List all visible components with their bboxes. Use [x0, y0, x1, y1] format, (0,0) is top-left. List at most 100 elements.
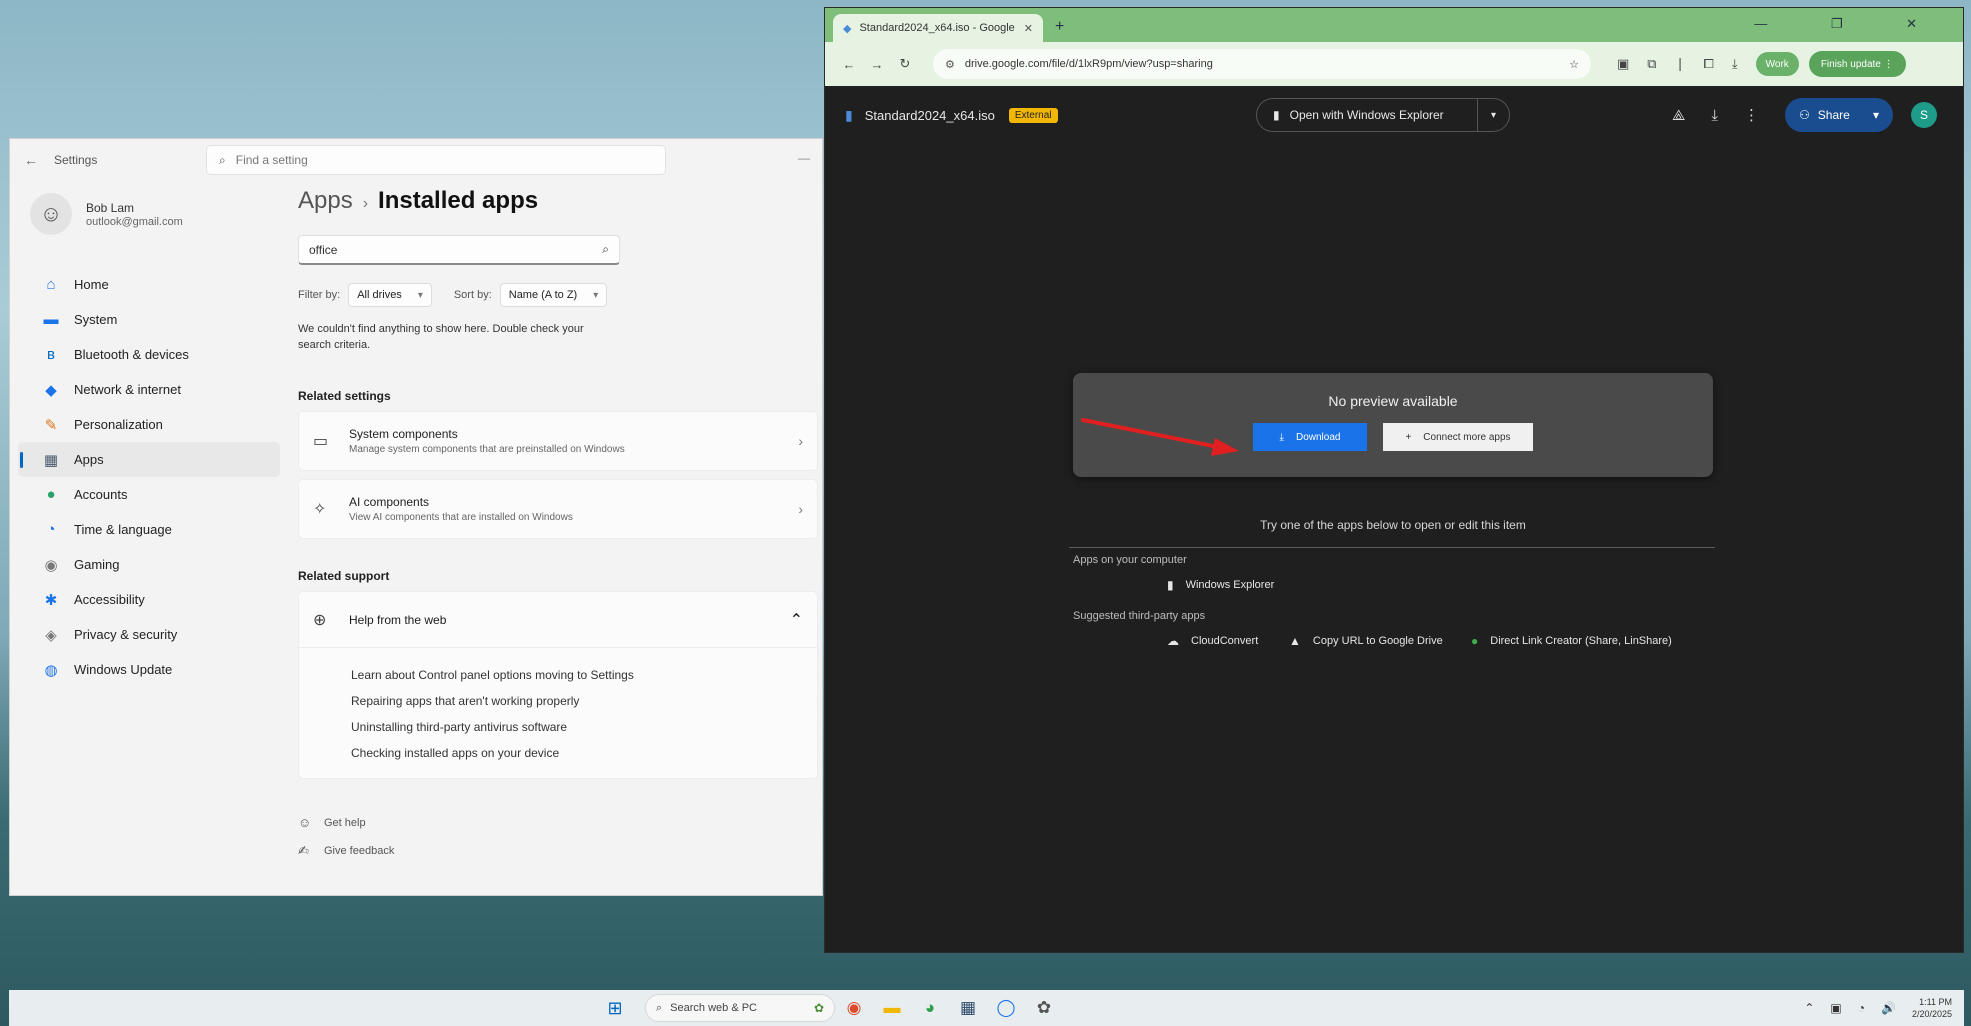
find-setting-input[interactable]: ⌕ Find a setting	[206, 145, 666, 175]
drive-header: ▮ Standard2024_x64.iso External ▮ Open wi…	[825, 86, 1963, 144]
nav-item-home[interactable]: ⌂ Home	[18, 267, 280, 302]
browser-tab[interactable]: ◆ Standard2024_x64.iso - Google ✕	[833, 14, 1043, 42]
windows-explorer-app[interactable]: ▮ Windows Explorer	[1167, 578, 1274, 592]
red-annotation-arrow	[1081, 418, 1239, 456]
app-label: CloudConvert	[1191, 635, 1259, 647]
system-components-icon: ▭	[313, 433, 329, 450]
volume-icon[interactable]: 🔊	[1881, 1001, 1896, 1015]
ai-components-card[interactable]: ✧ AI components View AI components that …	[298, 479, 818, 539]
card-desc: View AI components that are installed on…	[349, 512, 573, 523]
sort-dropdown[interactable]: Name (A to Z) ▾	[499, 283, 608, 307]
taskbar-app-explorer-icon[interactable]: ▬	[873, 998, 911, 1018]
downloads-icon[interactable]: ⤓	[1732, 56, 1738, 72]
taskbar-app-copilot-icon[interactable]: ◉	[835, 998, 873, 1018]
site-info-icon[interactable]: ⚙	[945, 58, 955, 71]
arrow-head	[1211, 438, 1239, 456]
nav-item-personalization[interactable]: ✎ Personalization	[18, 407, 280, 442]
download-button[interactable]: ⤓ Download	[1253, 423, 1367, 451]
help-icon: ☺	[298, 815, 312, 830]
download-icon[interactable]: ⤓	[1711, 107, 1718, 124]
copy-url-app[interactable]: ▲ Copy URL to Google Drive	[1289, 634, 1443, 648]
file-icon: ▮	[845, 106, 853, 123]
nav-item-time-language[interactable]: ◔ Time & language	[18, 512, 280, 547]
give-feedback-link[interactable]: ✍ Give feedback	[298, 837, 818, 865]
nav-label: Gaming	[74, 557, 120, 572]
system-components-card[interactable]: ▭ System components Manage system compon…	[298, 411, 818, 471]
nav-item-privacy[interactable]: ◈ Privacy & security	[18, 617, 280, 652]
extension-icon[interactable]: ▣	[1617, 56, 1629, 72]
account-avatar[interactable]: S	[1911, 102, 1937, 128]
taskbar-app-edge-icon[interactable]: ◯	[987, 998, 1025, 1018]
support-link[interactable]: Uninstalling third-party antivirus softw…	[351, 714, 817, 740]
taskbar-app-store-icon[interactable]: ▦	[949, 998, 987, 1018]
open-with-button[interactable]: ▮ Open with Windows Explorer ▾	[1256, 98, 1510, 132]
breadcrumb-apps[interactable]: Apps	[298, 187, 353, 215]
nav-item-network[interactable]: ◆ Network & internet	[18, 372, 280, 407]
share-dropdown-icon[interactable]: ▾	[1873, 108, 1879, 122]
related-support-panel: ⊕ Help from the web ⌃ Learn about Contro…	[298, 591, 818, 779]
back-button[interactable]: ←	[835, 57, 863, 72]
direct-link-creator-app[interactable]: ● Direct Link Creator (Share, LinShare)	[1471, 634, 1672, 648]
settings-footer: ☺ Get help ✍ Give feedback	[298, 809, 818, 865]
apps-icon: ▦	[43, 451, 59, 469]
taskbar-search[interactable]: ⌕ Search web & PC ✿	[645, 994, 835, 1022]
cloudconvert-app[interactable]: ☁ CloudConvert	[1167, 634, 1258, 648]
chevron-down-icon: ▾	[417, 289, 423, 301]
nav-label: Bluetooth & devices	[74, 347, 189, 362]
download-label: Download	[1295, 431, 1341, 443]
back-arrow-icon[interactable]: ←	[24, 152, 46, 168]
tray-expand-icon[interactable]: ⌃	[1804, 1001, 1814, 1015]
extensions-area: ▣ ⧉ ❘ ⧠ ⤓ Work Finish update ⋮	[1617, 51, 1906, 77]
support-link[interactable]: Checking installed apps on your device	[351, 740, 817, 766]
windows-start-icon[interactable]: ⊞	[601, 998, 629, 1019]
split-view-icon[interactable]: ⧠	[1704, 56, 1714, 72]
nav-item-system[interactable]: ▬ System	[18, 302, 280, 337]
drive-actions: ⟁ ⤓ ⋮ ⚇ Share ▾ S	[1672, 98, 1937, 132]
add-shortcut-icon[interactable]: ⟁	[1672, 107, 1685, 124]
connect-more-apps-button[interactable]: + Connect more apps	[1383, 423, 1533, 451]
support-link[interactable]: Learn about Control panel options moving…	[351, 662, 817, 688]
get-help-link[interactable]: ☺ Get help	[298, 809, 818, 837]
nav-item-bluetooth[interactable]: ʙ Bluetooth & devices	[18, 337, 280, 372]
chevron-up-icon: ⌃	[789, 611, 803, 629]
filter-bar: Filter by: All drives ▾ Sort by: Name (A …	[298, 283, 818, 307]
finish-update-button[interactable]: Finish update ⋮	[1808, 51, 1906, 77]
taskbar-app-settings-icon[interactable]: ✿	[1025, 998, 1063, 1018]
nav-label: Privacy & security	[74, 627, 178, 642]
settings-window: ← Settings ⌕ Find a setting — ☺ Bob Lam …	[9, 138, 823, 896]
nav-item-gaming[interactable]: ◉ Gaming	[18, 547, 280, 582]
more-options-icon[interactable]: ⋮	[1744, 106, 1759, 124]
address-bar[interactable]: ⚙ drive.google.com/file/d/1lxR9pm/view?u…	[933, 49, 1591, 79]
taskbar-app-chrome-icon[interactable]: ◕	[911, 998, 949, 1018]
clock[interactable]: 1:11 PM 2/20/2025	[1912, 996, 1952, 1020]
new-tab-button[interactable]: +	[1055, 18, 1064, 36]
help-from-web-header[interactable]: ⊕ Help from the web ⌃	[299, 592, 817, 648]
file-icon: ▮	[1273, 108, 1280, 122]
wifi-icon[interactable]: ◔	[1858, 1001, 1865, 1015]
clock-date: 2/20/2025	[1911, 1009, 1952, 1019]
external-badge: External	[1008, 107, 1058, 123]
tray-app-icon[interactable]: ▣	[1830, 1001, 1841, 1015]
gaming-icon: ◉	[44, 556, 58, 574]
forward-button[interactable]: →	[863, 57, 891, 72]
nav-item-apps[interactable]: ▦ Apps	[18, 442, 280, 477]
window-controls[interactable]: — ❐ ✕	[1754, 16, 1947, 32]
support-link[interactable]: Repairing apps that aren't working prope…	[351, 688, 817, 714]
get-help-label: Get help	[324, 817, 366, 829]
bookmark-star-icon[interactable]: ☆	[1569, 58, 1579, 71]
share-button[interactable]: ⚇ Share ▾	[1785, 98, 1893, 132]
user-profile[interactable]: ☺ Bob Lam outlook@gmail.com	[30, 193, 183, 235]
nav-item-accessibility[interactable]: ✱ Accessibility	[18, 582, 280, 617]
close-tab-icon[interactable]: ✕	[1024, 22, 1033, 35]
extension-icon[interactable]: ⧉	[1647, 56, 1656, 72]
nav-label: Time & language	[74, 522, 172, 537]
open-with-dropdown[interactable]: ▾	[1477, 99, 1509, 131]
accounts-icon: ●	[46, 486, 56, 503]
reload-button[interactable]: ↻	[891, 56, 919, 72]
filter-dropdown[interactable]: All drives ▾	[348, 283, 432, 307]
minimize-button[interactable]: —	[798, 151, 810, 165]
nav-item-windows-update[interactable]: ◍ Windows Update	[18, 652, 280, 687]
profile-button[interactable]: Work	[1755, 52, 1799, 76]
app-search-input[interactable]: office ⌕	[298, 235, 620, 265]
nav-item-accounts[interactable]: ● Accounts	[18, 477, 280, 512]
